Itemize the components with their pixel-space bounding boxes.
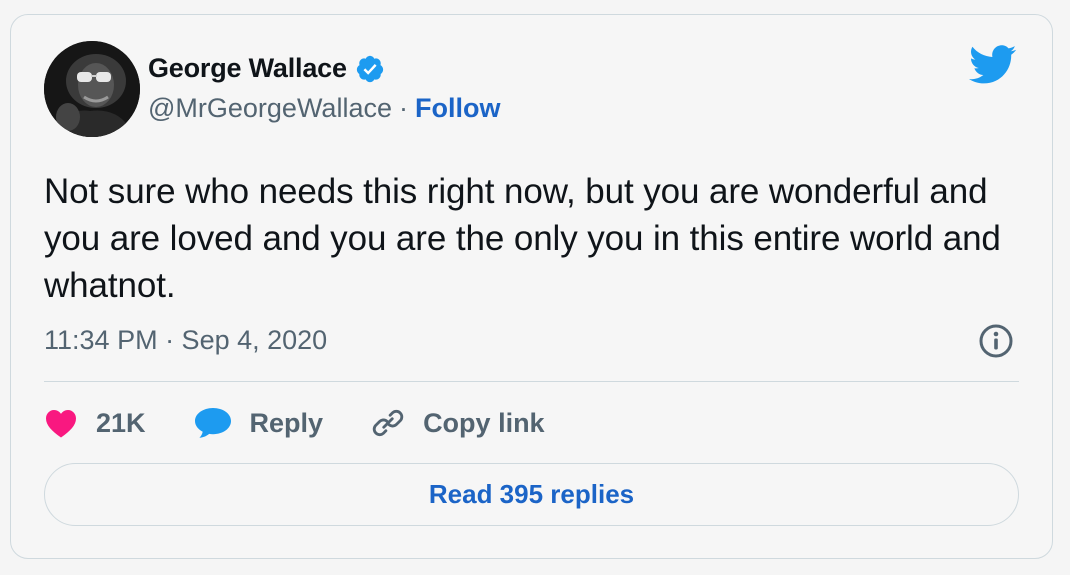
twitter-bird-icon[interactable] [969, 45, 1017, 85]
tweet-timestamp[interactable]: 11:34 PM · Sep 4, 2020 [44, 325, 327, 356]
follow-button[interactable]: Follow [415, 93, 500, 124]
read-replies-button[interactable]: Read 395 replies [44, 463, 1019, 526]
tweet-card: George Wallace @MrGeorgeWallace · Follow… [10, 14, 1053, 559]
like-count: 21K [96, 407, 146, 438]
like-button[interactable]: 21K [44, 408, 146, 439]
reply-button[interactable]: Reply [194, 407, 324, 439]
tweet-text: Not sure who needs this right now, but y… [44, 172, 1001, 305]
copy-link-label: Copy link [423, 407, 545, 438]
verified-badge-icon [355, 54, 385, 84]
avatar[interactable] [44, 41, 140, 137]
link-icon [371, 406, 405, 440]
heart-icon [44, 408, 78, 438]
separator-dot: · [398, 93, 408, 123]
action-bar: 21K Reply Copy link [44, 403, 593, 443]
reply-label: Reply [249, 407, 324, 438]
copy-link-button[interactable]: Copy link [371, 406, 545, 440]
divider [44, 381, 1019, 382]
author-handle[interactable]: @MrGeorgeWallace [148, 93, 392, 124]
author-name[interactable]: George Wallace [148, 53, 347, 84]
info-icon[interactable] [978, 323, 1014, 359]
author-handle-row: @MrGeorgeWallace · Follow [148, 93, 500, 124]
reply-bubble-icon [194, 407, 232, 439]
author-name-row: George Wallace [148, 53, 385, 84]
